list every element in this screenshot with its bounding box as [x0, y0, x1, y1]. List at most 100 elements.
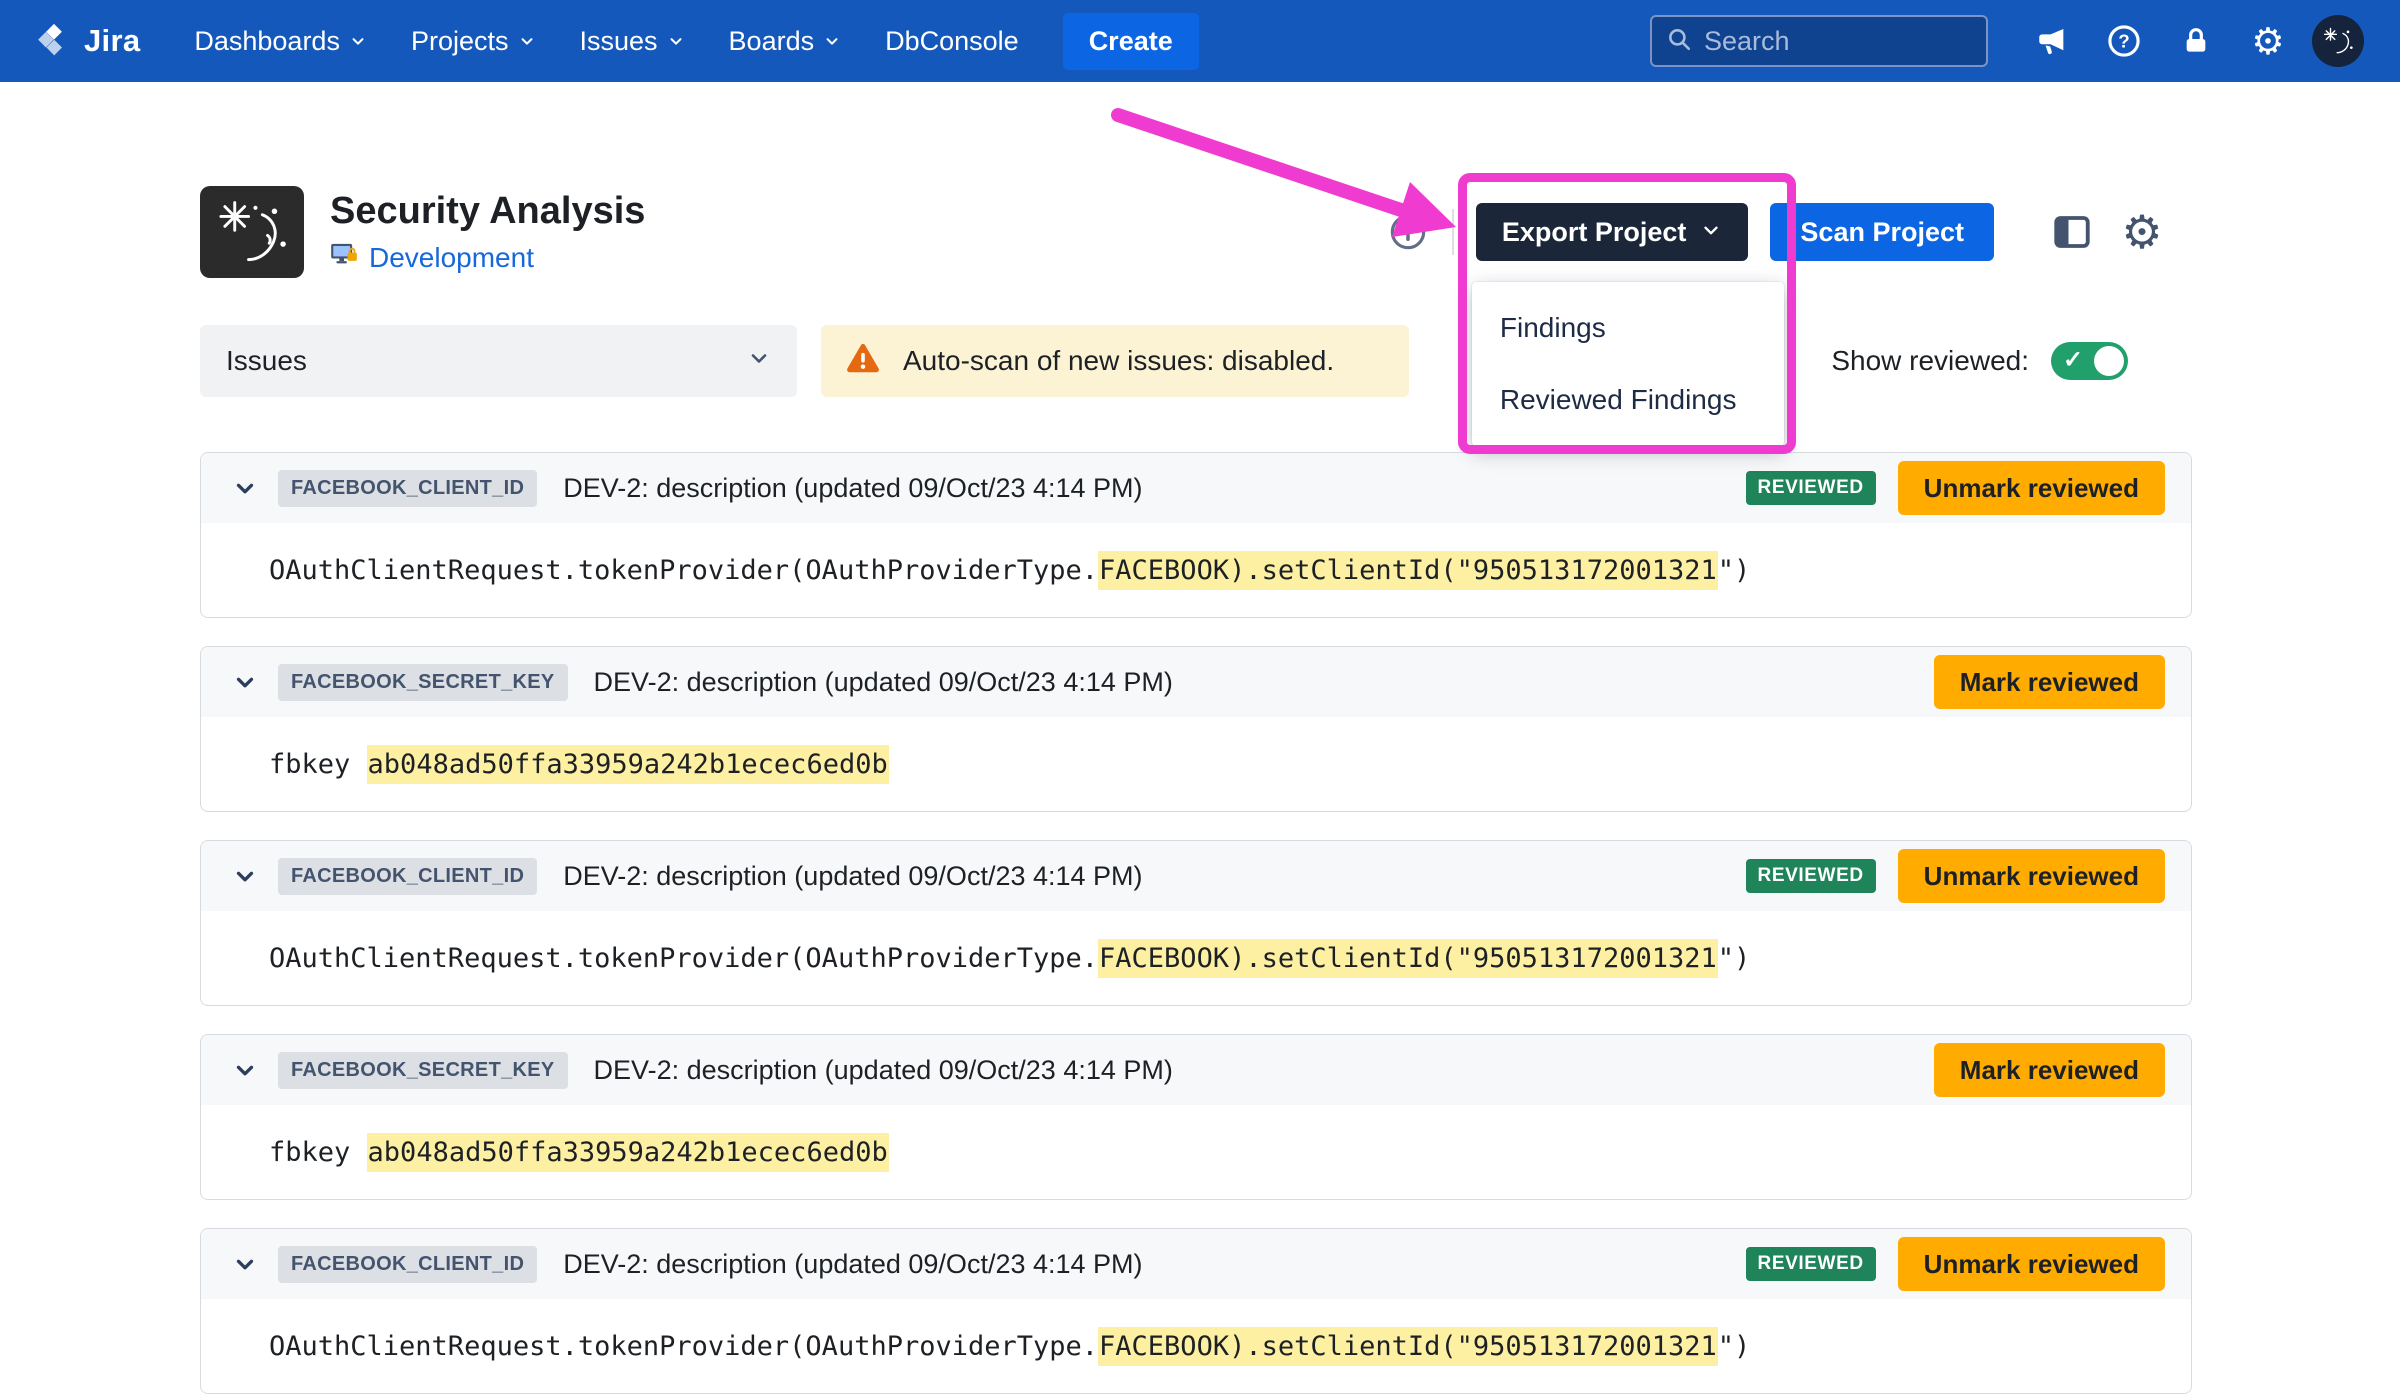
finding-type-badge: FACEBOOK_CLIENT_ID — [278, 858, 537, 895]
review-toggle-button[interactable]: Mark reviewed — [1934, 655, 2165, 709]
code-pre: fbkey — [269, 1137, 367, 1168]
finding-code: OAuthClientRequest.tokenProvider(OAuthPr… — [201, 911, 2191, 1005]
finding-title: DEV-2: description (updated 09/Oct/23 4:… — [563, 861, 1142, 892]
check-icon: ✓ — [2063, 345, 2083, 374]
user-avatar[interactable] — [2312, 15, 2364, 67]
page-settings-gear-icon[interactable]: ⚙ — [2118, 208, 2166, 256]
finding-type-badge: FACEBOOK_SECRET_KEY — [278, 1052, 568, 1089]
nav-item-dashboards[interactable]: Dashboards — [194, 26, 367, 57]
export-dropdown-menu: Findings Reviewed Findings — [1472, 282, 1784, 446]
search-icon — [1666, 26, 1692, 57]
settings-gear-icon[interactable]: ⚙ — [2240, 13, 2296, 69]
lock-icon[interactable] — [2168, 13, 2224, 69]
help-icon[interactable]: ? — [2096, 13, 2152, 69]
nav-item-label: Dashboards — [194, 26, 340, 57]
finding-header: FACEBOOK_CLIENT_ID DEV-2: description (u… — [201, 1229, 2191, 1299]
controls-row: Issues Auto-scan of new issues: disabled… — [200, 325, 2192, 397]
warning-icon — [845, 340, 881, 383]
page-header: Security Analysis Development — [200, 186, 2192, 278]
divider — [1452, 209, 1454, 255]
export-project-button[interactable]: Export Project — [1476, 203, 1749, 261]
export-wrapper: Export Project Findings Reviewed Finding… — [1476, 203, 1749, 261]
finding-title: DEV-2: description (updated 09/Oct/23 4:… — [594, 667, 1173, 698]
svg-text:?: ? — [2118, 31, 2129, 52]
chevron-down-icon[interactable] — [232, 669, 258, 695]
search-input[interactable] — [1704, 26, 1972, 57]
finding-card: FACEBOOK_SECRET_KEY DEV-2: description (… — [200, 646, 2192, 812]
finding-code: fbkey ab048ad50ffa33959a242b1ecec6ed0b — [201, 717, 2191, 811]
finding-title: DEV-2: description (updated 09/Oct/23 4:… — [594, 1055, 1173, 1086]
chevron-down-icon[interactable] — [232, 1057, 258, 1083]
finding-card: FACEBOOK_CLIENT_ID DEV-2: description (u… — [200, 840, 2192, 1006]
issues-filter-select[interactable]: Issues — [200, 325, 797, 397]
nav-item-projects[interactable]: Projects — [411, 26, 536, 57]
code-post: ") — [1718, 555, 1751, 586]
development-icon — [330, 242, 358, 275]
nav-item-issues[interactable]: Issues — [580, 26, 685, 57]
chevron-down-icon — [747, 345, 771, 377]
nav-item-boards[interactable]: Boards — [729, 26, 842, 57]
nav-item-dbconsole[interactable]: DbConsole — [885, 26, 1019, 57]
nav-item-label: Issues — [580, 26, 658, 57]
finding-type-badge: FACEBOOK_CLIENT_ID — [278, 1246, 537, 1283]
toggle-knob — [2094, 346, 2124, 376]
reviewed-badge: REVIEWED — [1746, 471, 1876, 505]
reviewed-badge: REVIEWED — [1746, 1247, 1876, 1281]
scan-project-button[interactable]: Scan Project — [1770, 203, 1994, 261]
code-pre: OAuthClientRequest.tokenProvider(OAuthPr… — [269, 943, 1098, 974]
title-block: Security Analysis Development — [330, 190, 645, 275]
main-content: Security Analysis Development — [200, 186, 2192, 1394]
issues-filter-value: Issues — [226, 345, 307, 377]
finding-code: fbkey ab048ad50ffa33959a242b1ecec6ed0b — [201, 1105, 2191, 1199]
review-toggle-button[interactable]: Unmark reviewed — [1898, 849, 2165, 903]
chevron-down-icon — [349, 32, 367, 50]
finding-card: FACEBOOK_SECRET_KEY DEV-2: description (… — [200, 1034, 2192, 1200]
top-navbar: Jira Dashboards Projects Issues Boards D… — [0, 0, 2400, 82]
code-post: ") — [1718, 1331, 1751, 1362]
code-highlight: FACEBOOK).setClientId("950513172001321 — [1098, 1327, 1718, 1366]
finding-card: FACEBOOK_CLIENT_ID DEV-2: description (u… — [200, 1228, 2192, 1394]
search-box[interactable] — [1650, 15, 1988, 67]
show-reviewed-toggle[interactable]: ✓ — [2051, 342, 2128, 380]
dropdown-item-findings[interactable]: Findings — [1472, 292, 1784, 364]
announcements-icon[interactable] — [2024, 13, 2080, 69]
review-toggle-button[interactable]: Unmark reviewed — [1898, 461, 2165, 515]
header-actions: Export Project Findings Reviewed Finding… — [1386, 203, 2192, 261]
finding-header: FACEBOOK_CLIENT_ID DEV-2: description (u… — [201, 841, 2191, 911]
finding-code: OAuthClientRequest.tokenProvider(OAuthPr… — [201, 1299, 2191, 1393]
project-link-label: Development — [369, 242, 534, 274]
project-link[interactable]: Development — [330, 242, 645, 275]
page-title: Security Analysis — [330, 190, 645, 233]
chevron-down-icon — [823, 32, 841, 50]
code-pre: OAuthClientRequest.tokenProvider(OAuthPr… — [269, 555, 1098, 586]
reviewed-badge: REVIEWED — [1746, 859, 1876, 893]
jira-logo-text: Jira — [84, 23, 140, 59]
code-highlight: FACEBOOK).setClientId("950513172001321 — [1098, 939, 1718, 978]
detail-view-icon[interactable] — [2048, 208, 2096, 256]
code-highlight: ab048ad50ffa33959a242b1ecec6ed0b — [367, 745, 889, 784]
code-highlight: FACEBOOK).setClientId("950513172001321 — [1098, 551, 1718, 590]
chevron-down-icon — [518, 32, 536, 50]
chevron-down-icon[interactable] — [232, 863, 258, 889]
info-icon[interactable] — [1386, 210, 1430, 254]
finding-type-badge: FACEBOOK_SECRET_KEY — [278, 664, 568, 701]
review-toggle-button[interactable]: Mark reviewed — [1934, 1043, 2165, 1097]
finding-type-badge: FACEBOOK_CLIENT_ID — [278, 470, 537, 507]
jira-logo[interactable]: Jira — [36, 21, 140, 62]
warning-text: Auto-scan of new issues: disabled. — [903, 345, 1334, 377]
findings-list: FACEBOOK_CLIENT_ID DEV-2: description (u… — [200, 452, 2192, 1394]
chevron-down-icon[interactable] — [232, 475, 258, 501]
jira-logo-icon — [36, 21, 72, 62]
code-pre: fbkey — [269, 749, 367, 780]
finding-title: DEV-2: description (updated 09/Oct/23 4:… — [563, 1249, 1142, 1280]
finding-card: FACEBOOK_CLIENT_ID DEV-2: description (u… — [200, 452, 2192, 618]
dropdown-item-reviewed-findings[interactable]: Reviewed Findings — [1472, 364, 1784, 436]
code-post: ") — [1718, 943, 1751, 974]
create-button[interactable]: Create — [1063, 13, 1199, 70]
finding-header: FACEBOOK_SECRET_KEY DEV-2: description (… — [201, 647, 2191, 717]
chevron-down-icon[interactable] — [232, 1251, 258, 1277]
nav-item-label: Projects — [411, 26, 509, 57]
show-reviewed-control: Show reviewed: ✓ — [1831, 342, 2192, 380]
review-toggle-button[interactable]: Unmark reviewed — [1898, 1237, 2165, 1291]
chevron-down-icon — [667, 32, 685, 50]
